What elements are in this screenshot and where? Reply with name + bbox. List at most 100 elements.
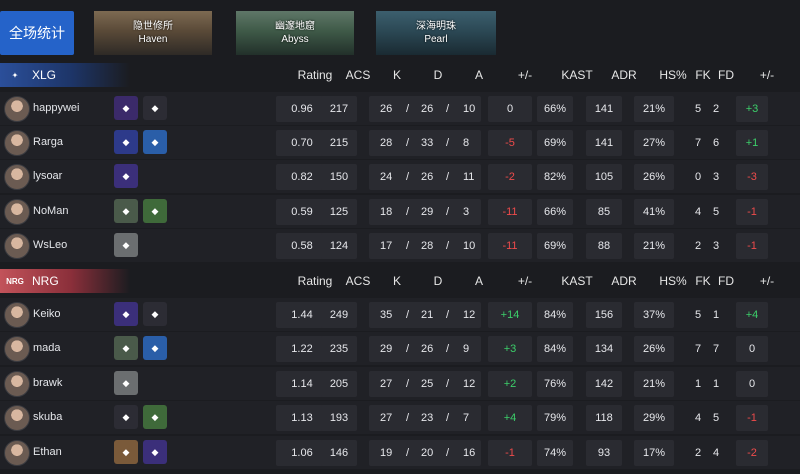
kda-separator: / (406, 309, 410, 321)
player-row[interactable]: mada ◆ ◆ 1.22 235 29/26/9 +3 84% 134 26% 7 7 0 (0, 332, 800, 365)
player-name[interactable]: Ethan (33, 446, 62, 458)
adr-cell: 85 (586, 199, 622, 225)
assists-value: 12 (463, 309, 476, 321)
first-deaths-value: 5 (713, 206, 720, 218)
assists-value: 16 (463, 447, 476, 459)
agent-icon: ◆ (114, 440, 138, 464)
map-name-cn: 隐世修所 (133, 21, 173, 32)
map-tab-pearl[interactable]: 深海明珠 Pearl (376, 11, 496, 55)
agent-icon: ◆ (114, 130, 138, 154)
kast-cell: 66% (537, 199, 573, 225)
player-row[interactable]: brawk ◆ 1.14 205 27/25/12 +2 76% 142 21% 1 1 0 (0, 367, 800, 400)
kda-cell: 19 / 20 / 16 (369, 440, 481, 466)
all-stats-button[interactable]: 全场统计 (0, 11, 74, 55)
deaths-value: 21 (421, 309, 434, 321)
column-header: FK (695, 68, 711, 82)
player-name[interactable]: skuba (33, 411, 62, 423)
kills-value: 26 (380, 103, 393, 115)
kast-cell: 84% (537, 302, 573, 328)
deaths-value: 26 (421, 171, 434, 183)
fk-diff-cell: -3 (736, 164, 768, 190)
agent-icon: ◆ (114, 336, 138, 360)
player-row[interactable]: NoMan ◆ ◆ 0.59 125 18/29/3 -11 66% 85 41% 4 5 -1 (0, 195, 800, 228)
map-tab-abyss[interactable]: 幽邃地窟 Abyss (236, 11, 354, 55)
column-header: D (433, 274, 443, 288)
player-row[interactable]: Rarga ◆ ◆ 0.70 215 28/33/8 -5 69% 141 27% 7 6 +1 (0, 126, 800, 159)
first-deaths-value: 5 (713, 412, 720, 424)
hs-cell: 27% (634, 130, 674, 156)
kills-value: 18 (380, 206, 393, 218)
player-name[interactable]: WsLeo (33, 239, 67, 251)
kills-value: 27 (380, 378, 393, 390)
hs-cell: 29% (634, 405, 674, 431)
acs-cell: 125 (321, 199, 357, 225)
player-name[interactable]: happywei (33, 102, 79, 114)
first-deaths-value: 1 (713, 378, 720, 390)
agent-icon: ◆ (114, 371, 138, 395)
kd-diff-cell: +4 (488, 405, 532, 431)
column-header: KAST (561, 274, 593, 288)
acs-cell: 150 (321, 164, 357, 190)
first-kills-value: 2 (695, 240, 702, 252)
kills-value: 24 (380, 171, 393, 183)
player-name[interactable]: mada (33, 342, 61, 354)
deaths-value: 26 (421, 103, 434, 115)
adr-cell: 105 (586, 164, 622, 190)
player-row[interactable]: Keiko ◆ ◆ 1.44 249 35/21/12 +14 84% 156 37% 5 1 +4 (0, 298, 800, 331)
agent-icon: ◆ (114, 164, 138, 188)
column-header: HS% (659, 274, 687, 288)
column-header: KAST (561, 68, 593, 82)
player-name[interactable]: Rarga (33, 136, 63, 148)
acs-cell: 217 (321, 96, 357, 122)
kda-separator: / (406, 206, 410, 218)
column-header: FD (718, 68, 734, 82)
first-kills-value: 5 (695, 309, 702, 321)
kda-separator: / (446, 447, 450, 459)
player-row[interactable]: skuba ◆ ◆ 1.13 193 27/23/7 +4 79% 118 29% 4 5 -1 (0, 401, 800, 434)
player-avatar (4, 233, 30, 259)
acs-cell: 124 (321, 233, 357, 259)
player-name[interactable]: lysoar (33, 170, 62, 182)
player-name[interactable]: Keiko (33, 308, 61, 320)
column-header: +/- (517, 274, 533, 288)
fk-diff-cell: -1 (736, 233, 768, 259)
acs-cell: 193 (321, 405, 357, 431)
agent-icon: ◆ (143, 130, 167, 154)
kd-diff-cell: -11 (488, 233, 532, 259)
agent-icon: ◆ (114, 199, 138, 223)
kda-cell: 27 / 23 / 7 (369, 405, 481, 431)
team-band: NRG NRG (0, 269, 130, 293)
hs-cell: 41% (634, 199, 674, 225)
player-name[interactable]: brawk (33, 377, 62, 389)
agent-icon: ◆ (143, 336, 167, 360)
kast-cell: 69% (537, 233, 573, 259)
hs-cell: 26% (634, 336, 674, 362)
map-name-en: Haven (138, 34, 168, 45)
map-tab-haven[interactable]: 隐世修所 Haven (94, 11, 212, 55)
player-name[interactable]: NoMan (33, 205, 68, 217)
hs-cell: 26% (634, 164, 674, 190)
adr-cell: 88 (586, 233, 622, 259)
kda-cell: 17 / 28 / 10 (369, 233, 481, 259)
player-avatar (4, 199, 30, 225)
assists-value: 8 (463, 137, 470, 149)
hs-cell: 17% (634, 440, 674, 466)
kda-separator: / (406, 240, 410, 252)
column-header: ACS (345, 274, 371, 288)
first-kills-value: 4 (695, 412, 702, 424)
player-row[interactable]: Ethan ◆ ◆ 1.06 146 19/20/16 -1 74% 93 17% 2 4 -2 (0, 436, 800, 469)
kda-separator: / (446, 343, 450, 355)
first-deaths-value: 2 (713, 103, 720, 115)
player-row[interactable]: WsLeo ◆ 0.58 124 17/28/10 -11 69% 88 21% 2 3 -1 (0, 229, 800, 262)
map-name-cn: 深海明珠 (416, 21, 456, 32)
agent-icon: ◆ (143, 440, 167, 464)
column-header: FK (695, 274, 711, 288)
column-header: HS% (659, 68, 687, 82)
column-header: Rating (297, 274, 333, 288)
hs-cell: 37% (634, 302, 674, 328)
deaths-value: 33 (421, 137, 434, 149)
player-row[interactable]: happywei ◆ ◆ 0.96 217 26/26/10 0 66% 141 21% 5 2 +3 (0, 92, 800, 125)
player-row[interactable]: lysoar ◆ 0.82 150 24/26/11 -2 82% 105 26% 0 3 -3 (0, 160, 800, 193)
xlg-logo-icon: ✦ (11, 70, 19, 80)
assists-value: 3 (463, 206, 470, 218)
